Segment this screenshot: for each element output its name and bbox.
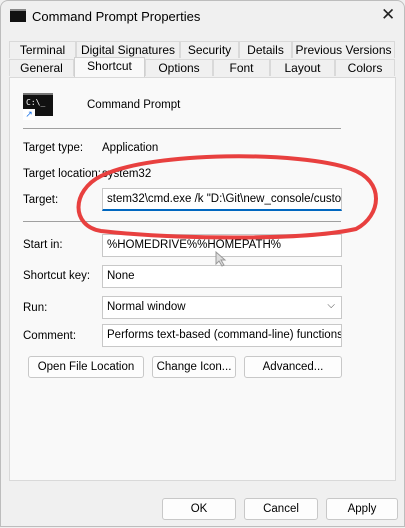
properties-dialog: Command Prompt Properties ✕ Terminal Dig… bbox=[0, 0, 405, 527]
mouse-cursor-icon bbox=[215, 251, 227, 267]
red-annotation-ellipse bbox=[76, 154, 378, 240]
tab-shortcut[interactable]: Shortcut bbox=[74, 57, 145, 77]
